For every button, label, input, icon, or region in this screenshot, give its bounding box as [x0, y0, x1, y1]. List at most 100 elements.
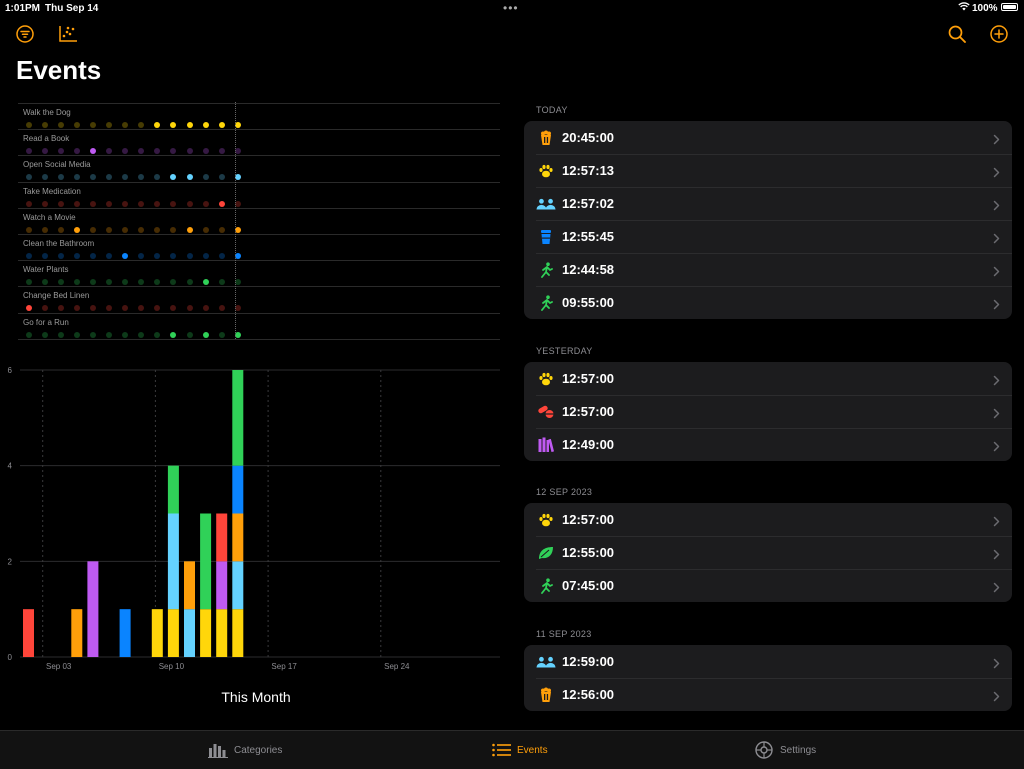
event-dot: [154, 331, 161, 338]
event-dot: [106, 200, 112, 207]
bar-chart-icon: [208, 742, 228, 758]
x-tick-label: Sep 03: [46, 662, 72, 671]
event-dot: [41, 305, 48, 312]
bar-segment: [151, 609, 163, 657]
event-row[interactable]: 12:57:00: [524, 362, 1012, 395]
multitasking-dots-icon[interactable]: •••: [503, 1, 519, 15]
dot-row[interactable]: Change Bed Linen: [18, 286, 500, 313]
bar-segment: [200, 513, 212, 610]
event-dot: [138, 226, 145, 233]
event-time: 07:45:00: [562, 578, 615, 593]
event-dot: [41, 174, 48, 181]
people-icon: [536, 195, 556, 212]
chevron-right-icon: [993, 264, 1000, 282]
chevron-right-icon: [993, 132, 1000, 150]
event-row[interactable]: 12:55:00: [524, 536, 1012, 569]
event-dot: [41, 279, 48, 286]
bar-segment: [23, 609, 34, 657]
tab-categories[interactable]: Categories: [208, 731, 282, 769]
runner-icon: [536, 294, 556, 311]
scatter-chart-icon[interactable]: [56, 22, 80, 46]
leaf-icon: [536, 544, 556, 561]
event-row[interactable]: 12:59:00: [524, 645, 1012, 678]
matrix-divider: [18, 339, 500, 340]
dot-row[interactable]: Open Social Media: [18, 155, 500, 182]
bar-segment: [216, 513, 228, 562]
chevron-right-icon: [993, 406, 1000, 424]
event-time: 12:56:00: [562, 687, 615, 702]
add-icon[interactable]: [987, 22, 1011, 46]
bar-segment: [167, 609, 179, 657]
dot-row[interactable]: Go for a Run: [18, 312, 500, 340]
dot-row-label: Change Bed Linen: [23, 291, 90, 301]
event-dot: [73, 174, 80, 181]
event-dot: [154, 174, 161, 181]
event-dot: [202, 305, 209, 312]
paw-icon: [536, 511, 556, 528]
event-dot: [106, 174, 112, 181]
event-row[interactable]: 12:44:58: [524, 253, 1012, 286]
paw-icon: [536, 370, 556, 387]
chevron-right-icon: [993, 297, 1000, 315]
popcorn-icon: [536, 129, 556, 146]
event-dot-active: [186, 226, 193, 233]
event-dot: [202, 200, 209, 207]
bar-segment: [87, 561, 99, 657]
section-header: 11 SEP 2023: [536, 629, 592, 639]
event-time: 12:57:00: [562, 404, 615, 419]
event-row[interactable]: 09:55:00: [524, 286, 1012, 319]
event-row[interactable]: 12:55:45: [524, 220, 1012, 253]
event-dot: [218, 331, 225, 338]
event-dot: [41, 122, 48, 128]
dot-row[interactable]: Watch a Movie: [18, 207, 500, 235]
event-row[interactable]: 12:57:13: [524, 154, 1012, 187]
dot-row[interactable]: Water Plants: [18, 260, 500, 287]
bar-segment: [232, 513, 244, 562]
section-header: YESTERDAY: [536, 346, 593, 356]
event-dot: [186, 253, 193, 259]
filter-icon[interactable]: [13, 22, 37, 46]
event-dot: [25, 122, 32, 128]
chevron-right-icon: [993, 547, 1000, 565]
chart-caption: This Month: [221, 689, 291, 705]
event-row[interactable]: 12:57:02: [524, 187, 1012, 220]
event-dot: [106, 226, 112, 233]
event-dot: [186, 279, 193, 286]
event-dot: [25, 200, 32, 207]
event-dot: [154, 279, 161, 286]
dot-row-label: Read a Book: [23, 134, 70, 144]
event-dot: [89, 305, 96, 312]
y-tick-label: 2: [8, 557, 13, 566]
event-row[interactable]: 12:57:00: [524, 395, 1012, 428]
event-dot: [73, 279, 80, 286]
event-dot: [138, 331, 145, 338]
event-dot: [25, 331, 32, 338]
search-icon[interactable]: [945, 22, 969, 46]
section-header: TODAY: [536, 105, 568, 115]
dot-row[interactable]: Read a Book: [18, 129, 500, 156]
event-row[interactable]: 12:57:00: [524, 503, 1012, 536]
dot-row-label: Go for a Run: [23, 317, 69, 327]
dot-row[interactable]: Walk the Dog: [18, 103, 500, 130]
popcorn-icon: [536, 686, 556, 703]
tab-settings[interactable]: Settings: [754, 731, 816, 769]
event-dot-active: [170, 122, 177, 128]
event-dot: [202, 253, 209, 259]
event-row[interactable]: 07:45:00: [524, 569, 1012, 602]
event-dot: [89, 174, 96, 181]
event-dot: [138, 253, 145, 259]
event-dot: [41, 253, 48, 259]
event-dot: [73, 200, 80, 207]
event-dot: [73, 253, 80, 259]
bar-segment: [119, 609, 131, 657]
event-row[interactable]: 12:49:00: [524, 428, 1012, 461]
event-dot: [154, 305, 161, 312]
runner-icon: [536, 261, 556, 278]
tab-events[interactable]: Events: [492, 731, 548, 769]
dot-row[interactable]: Clean the Bathroom: [18, 234, 500, 261]
event-row[interactable]: 12:56:00: [524, 678, 1012, 711]
dot-row[interactable]: Take Medication: [18, 181, 500, 209]
event-dot: [138, 174, 145, 181]
event-group-card: 12:57:00 12:57:00 12:49:00: [524, 362, 1012, 461]
event-row[interactable]: 20:45:00: [524, 121, 1012, 154]
